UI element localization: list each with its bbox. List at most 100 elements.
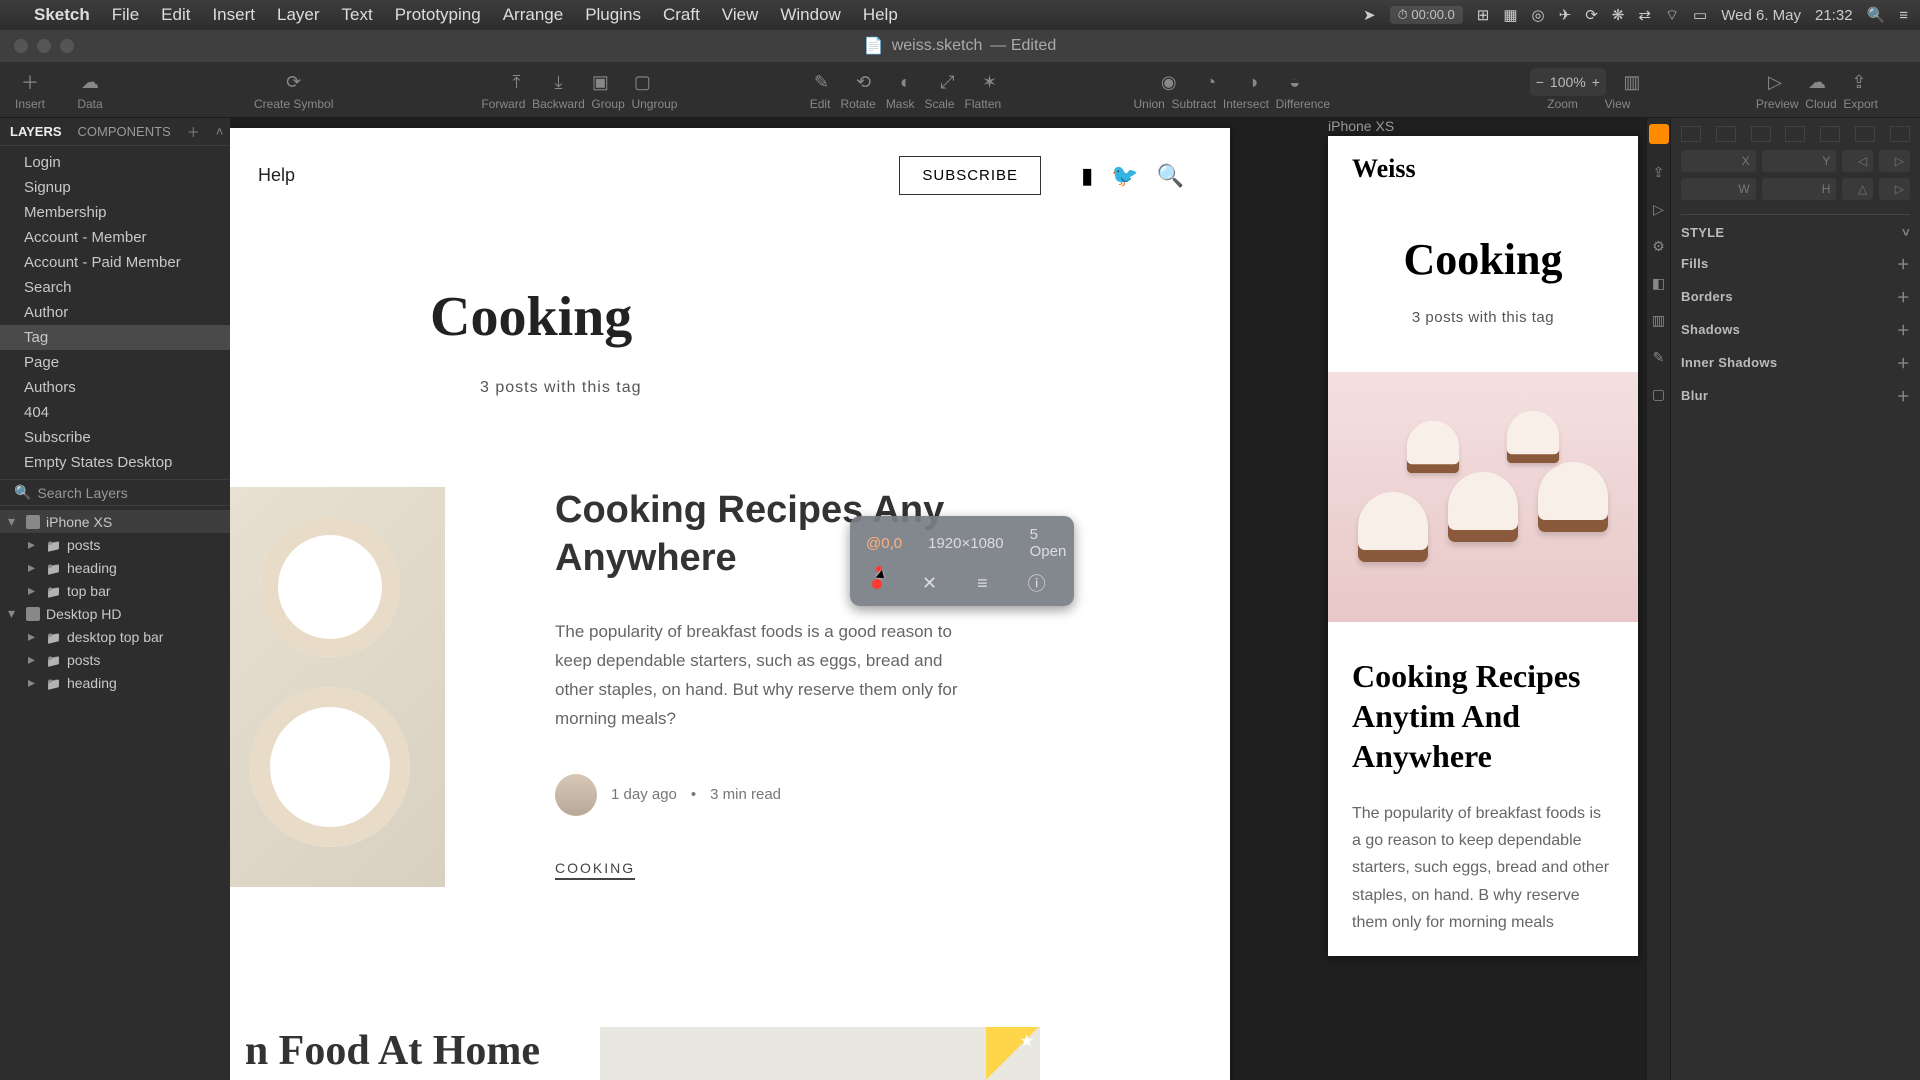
ungroup-button[interactable]: ▢ [626, 68, 658, 96]
page-item[interactable]: Login [0, 150, 230, 175]
flatten-button[interactable]: ✶ [973, 68, 1005, 96]
menubar-time[interactable]: 21:32 [1815, 7, 1853, 24]
rail-icon[interactable]: ⚙ [1652, 238, 1665, 255]
craft-panel-icon[interactable] [1649, 124, 1669, 144]
layer-group[interactable]: ▸desktop top bar [0, 625, 230, 648]
location-icon[interactable]: ➤ [1363, 6, 1376, 24]
export-button[interactable]: ⇪ [1843, 68, 1875, 96]
alignment-controls[interactable] [1681, 126, 1910, 142]
add-fill-button[interactable]: ＋ [1897, 254, 1910, 273]
menu-window[interactable]: Window [780, 5, 840, 25]
backward-button[interactable]: ⤓ [542, 68, 574, 96]
page-item[interactable]: 404 [0, 400, 230, 425]
page-item[interactable]: Account - Paid Member [0, 250, 230, 275]
subtract-button[interactable]: ◔ [1195, 68, 1227, 96]
layer-artboard[interactable]: ▾Desktop HD [0, 602, 230, 625]
rail-icon[interactable]: ▷ [1653, 201, 1664, 218]
difference-button[interactable]: ◒ [1279, 68, 1311, 96]
page-item[interactable]: Empty States Desktop [0, 450, 230, 475]
page-item[interactable]: Author [0, 300, 230, 325]
group-button[interactable]: ▣ [584, 68, 616, 96]
mask-button[interactable]: ◐ [889, 68, 921, 96]
scale-button[interactable]: ⤢ [931, 68, 963, 96]
rail-icon[interactable]: ◧ [1652, 275, 1665, 292]
page-item[interactable]: Page [0, 350, 230, 375]
screen-recorder-panel[interactable]: @0,0 1920×1080 5 Open ✕ ≡ ⓘ [850, 516, 1074, 606]
settings-button[interactable]: ≡ [977, 573, 988, 594]
menu-edit[interactable]: Edit [161, 5, 190, 25]
rotate-icon[interactable]: ▷ [1879, 178, 1910, 200]
menu-plugins[interactable]: Plugins [585, 5, 641, 25]
status-icon[interactable]: ✈ [1559, 6, 1572, 24]
create-symbol-button[interactable]: ⟳ [278, 68, 310, 96]
menu-view[interactable]: View [722, 5, 759, 25]
rail-icon[interactable]: ▢ [1652, 386, 1665, 403]
flip-h-button[interactable]: ◁ [1842, 150, 1873, 172]
traffic-lights[interactable] [14, 39, 74, 53]
search-layers[interactable]: 🔍 Search Layers [0, 479, 230, 506]
status-icon[interactable]: ⟳ [1585, 6, 1598, 24]
rail-icon[interactable]: ✎ [1653, 349, 1665, 366]
app-name[interactable]: Sketch [34, 5, 90, 25]
menu-text[interactable]: Text [342, 5, 373, 25]
insert-button[interactable]: ＋ [14, 68, 46, 96]
status-icon[interactable]: ◎ [1532, 6, 1545, 24]
menu-craft[interactable]: Craft [663, 5, 700, 25]
flip-v-button[interactable]: ▷ [1879, 150, 1910, 172]
h-input[interactable]: H [1762, 178, 1837, 200]
page-item[interactable]: Authors [0, 375, 230, 400]
menu-arrange[interactable]: Arrange [503, 5, 563, 25]
artboard-desktop[interactable]: Help SUBSCRIBE ▮ 🐦 🔍 Cooking 3 posts wit… [230, 128, 1230, 1080]
menu-insert[interactable]: Insert [212, 5, 255, 25]
add-border-button[interactable]: ＋ [1897, 287, 1910, 306]
add-blur-button[interactable]: ＋ [1897, 386, 1910, 405]
artboard-label[interactable]: iPhone XS [1328, 118, 1394, 134]
tab-components[interactable]: COMPONENTS [78, 124, 171, 139]
canvas[interactable]: Help SUBSCRIBE ▮ 🐦 🔍 Cooking 3 posts wit… [230, 118, 1646, 1080]
menu-layer[interactable]: Layer [277, 5, 320, 25]
status-icon[interactable]: ▦ [1503, 6, 1517, 24]
y-input[interactable]: Y [1762, 150, 1837, 172]
w-input[interactable]: W [1681, 178, 1756, 200]
status-icon[interactable]: ❋ [1612, 6, 1625, 24]
intersect-button[interactable]: ◑ [1237, 68, 1269, 96]
add-shadow-button[interactable]: ＋ [1897, 320, 1910, 339]
chevron-down-icon[interactable]: ˅ [1902, 225, 1910, 240]
screen-timer[interactable]: ⏱ 00:00.0 [1390, 6, 1463, 24]
collapse-pages-button[interactable]: ˄ [216, 124, 224, 139]
layer-group[interactable]: ▸heading [0, 671, 230, 694]
add-page-button[interactable]: ＋ [187, 122, 200, 141]
x-input[interactable]: X [1681, 150, 1756, 172]
page-item[interactable]: Tag [0, 325, 230, 350]
edit-button[interactable]: ✎ [805, 68, 837, 96]
zoom-control[interactable]: −100%+ [1530, 68, 1606, 96]
page-item[interactable]: Subscribe [0, 425, 230, 450]
preview-button[interactable]: ▷ [1759, 68, 1791, 96]
page-item[interactable]: Membership [0, 200, 230, 225]
status-icon[interactable]: ⊞ [1477, 6, 1490, 24]
menu-prototyping[interactable]: Prototyping [395, 5, 481, 25]
tab-layers[interactable]: LAYERS [10, 124, 62, 139]
search-icon[interactable]: 🔍 [1867, 6, 1886, 24]
page-item[interactable]: Search [0, 275, 230, 300]
status-icon[interactable]: ⇄ [1638, 6, 1651, 24]
page-item[interactable]: Account - Member [0, 225, 230, 250]
layer-group[interactable]: ▸posts [0, 648, 230, 671]
layer-group[interactable]: ▸posts [0, 533, 230, 556]
layer-artboard[interactable]: ▾iPhone XS [0, 510, 230, 533]
menubar-date[interactable]: Wed 6. May [1721, 7, 1801, 24]
cloud-button[interactable]: ☁ [1801, 68, 1833, 96]
union-button[interactable]: ◉ [1153, 68, 1185, 96]
view-options-button[interactable]: ▥ [1616, 68, 1648, 96]
menu-file[interactable]: File [112, 5, 139, 25]
rail-icon[interactable]: ⇪ [1653, 164, 1665, 181]
rail-icon[interactable]: ▥ [1652, 312, 1665, 329]
forward-button[interactable]: ⤒ [500, 68, 532, 96]
rotate-button[interactable]: ⟲ [847, 68, 879, 96]
lock-icon[interactable]: △ [1842, 178, 1873, 200]
artboard-iphone[interactable]: Weiss Cooking 3 posts with this tag Cook… [1328, 136, 1638, 956]
control-center-icon[interactable]: ≡ [1899, 7, 1908, 24]
data-button[interactable]: ☁ [74, 68, 106, 96]
close-button[interactable]: ✕ [922, 573, 937, 594]
info-button[interactable]: ⓘ [1028, 570, 1046, 596]
